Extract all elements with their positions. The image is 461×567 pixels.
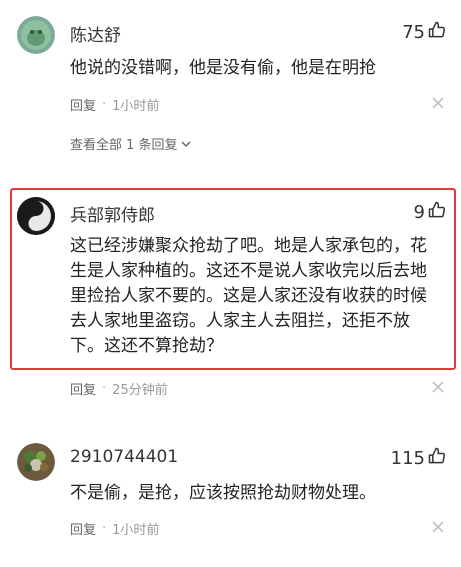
chevron-down-icon — [181, 140, 191, 147]
comment-meta: 回复 · 1小时前 — [70, 95, 159, 114]
thumbs-up-icon[interactable] — [427, 446, 447, 471]
separator-dot: · — [102, 381, 107, 396]
timestamp: 1小时前 — [112, 99, 160, 114]
comment-meta: 回复 · 25分钟前 — [70, 379, 168, 398]
like-count: 75 — [402, 22, 425, 43]
comment-text-line: 里捡拾人家不要的。这是人家还没有收获的时候 — [70, 286, 427, 306]
reply-button[interactable]: 回复 — [70, 519, 96, 538]
separator-dot: · — [102, 97, 107, 112]
expand-replies-label: 查看全部 1 条回复 — [70, 138, 178, 153]
close-icon[interactable] — [432, 381, 444, 393]
comment-text: 这已经涉嫌聚众抢劫了吧。地是人家承包的，花 生是人家种植的。这还不是说人家收完以… — [70, 234, 427, 359]
reply-button[interactable]: 回复 — [70, 95, 96, 114]
username[interactable]: 2910744401 — [70, 447, 178, 467]
like-count: 115 — [390, 448, 425, 469]
thumbs-up-icon[interactable] — [427, 20, 447, 45]
separator-dot: · — [102, 521, 107, 536]
comment-text-line: 这已经涉嫌聚众抢劫了吧。地是人家承包的，花 — [70, 236, 427, 256]
comment-text-line: 他说的没错啊，他是没有偷，他是在明抢 — [70, 58, 376, 78]
timestamp: 1小时前 — [112, 523, 160, 538]
avatar[interactable] — [17, 197, 55, 235]
username[interactable]: 陈达舒 — [70, 21, 121, 46]
timestamp: 25分钟前 — [112, 383, 168, 398]
like-button[interactable]: 115 — [391, 446, 447, 471]
comment-meta: 回复 · 1小时前 — [70, 519, 159, 538]
reply-button[interactable]: 回复 — [70, 379, 96, 398]
close-icon[interactable] — [432, 97, 444, 109]
comment-text: 不是偷，是抢，应该按照抢劫财物处理。 — [70, 481, 376, 506]
like-button[interactable]: 9 — [414, 200, 447, 225]
comment-item: 陈达舒 75 他说的没错啊，他是没有偷，他是在明抢 回复 · 1小时前 查看全部… — [0, 0, 461, 160]
avatar[interactable] — [17, 16, 55, 54]
avatar[interactable] — [17, 443, 55, 481]
comment-text: 他说的没错啊，他是没有偷，他是在明抢 — [70, 56, 376, 81]
like-button[interactable]: 75 — [402, 20, 447, 45]
like-count: 9 — [413, 202, 425, 223]
expand-replies-button[interactable]: 查看全部 1 条回复 — [70, 134, 192, 153]
comment-text-line: 下。这还不算抢劫？ — [70, 336, 223, 356]
username[interactable]: 兵部郭侍郎 — [70, 201, 155, 226]
comment-text-line: 不是偷，是抢，应该按照抢劫财物处理。 — [70, 483, 376, 503]
thumbs-up-icon[interactable] — [427, 200, 447, 225]
close-icon[interactable] — [432, 521, 444, 533]
comment-text-line: 去人家地里盗窃。人家主人去阻拦，还拒不放 — [70, 311, 410, 331]
comment-text-line: 生是人家种植的。这还不是说人家收完以后去地 — [70, 261, 427, 281]
